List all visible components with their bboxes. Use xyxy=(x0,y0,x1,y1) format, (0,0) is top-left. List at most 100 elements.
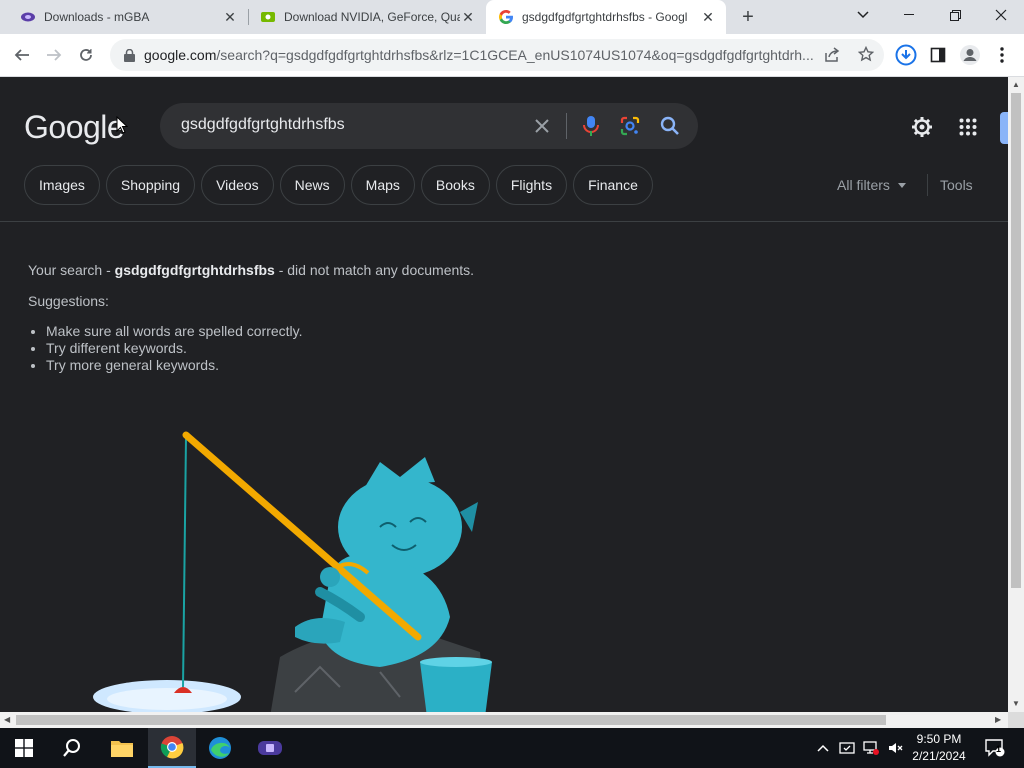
caret-down-icon xyxy=(897,182,906,188)
security-icon[interactable] xyxy=(838,739,856,757)
tab-title: gsdgdfgdfgrtghtdrhsfbs - Googl xyxy=(522,10,688,24)
windows-logo-icon xyxy=(15,739,33,757)
file-explorer-button[interactable] xyxy=(98,728,146,768)
chrome-menu-icon[interactable] xyxy=(988,41,1016,69)
url-path: /search?q=gsdgdfgdfgrtghtdrhsfbs&rlz=1C1… xyxy=(216,47,814,63)
close-tab-icon[interactable]: ✕ xyxy=(460,9,476,25)
new-tab-button[interactable]: + xyxy=(736,5,760,29)
chip-books[interactable]: Books xyxy=(420,165,490,205)
side-panel-icon[interactable] xyxy=(924,41,952,69)
scroll-down-arrow[interactable]: ▼ xyxy=(1012,699,1020,708)
settings-gear-icon[interactable] xyxy=(910,115,934,139)
mgba-taskbar-button[interactable] xyxy=(246,728,294,768)
suggestion-item: Make sure all words are spelled correctl… xyxy=(46,323,303,340)
chip-videos[interactable]: Videos xyxy=(201,165,274,205)
no-results-query: gsdgdfgdfgrtghtdrhsfbs xyxy=(114,262,275,278)
microphone-icon[interactable] xyxy=(579,114,603,138)
tab-google-search[interactable]: gsdgdfgdfgrtghtdrhsfbs - Googl ✕ xyxy=(486,0,726,34)
restore-button[interactable] xyxy=(932,0,978,30)
tab-title: Download NVIDIA, GeForce, Qua xyxy=(284,10,460,24)
tab-search-button[interactable] xyxy=(840,0,886,30)
clear-icon[interactable] xyxy=(530,114,554,138)
vertical-scroll-thumb[interactable] xyxy=(1011,93,1021,588)
bookmark-star-icon[interactable] xyxy=(857,45,875,67)
tools-button[interactable]: Tools xyxy=(940,177,973,193)
tab-title: Downloads - mGBA xyxy=(44,10,150,24)
google-logo[interactable]: Google xyxy=(24,109,125,146)
tab-downloads-mgba[interactable]: Downloads - mGBA ✕ xyxy=(0,0,248,34)
minimize-button[interactable] xyxy=(886,0,932,30)
edge-icon xyxy=(209,737,231,759)
mouse-cursor-icon xyxy=(116,116,128,134)
tab-nvidia-download[interactable]: Download NVIDIA, GeForce, Qua ✕ xyxy=(248,0,486,34)
search-icon[interactable] xyxy=(658,114,682,138)
chrome-taskbar-button[interactable] xyxy=(148,728,196,768)
horizontal-scrollbar[interactable]: ◀ ▶ xyxy=(0,712,1008,728)
clock-date: 2/21/2024 xyxy=(912,749,966,763)
chip-finance[interactable]: Finance xyxy=(573,165,653,205)
scrollbar-corner xyxy=(1008,712,1024,728)
folder-icon xyxy=(111,741,133,757)
horizontal-scroll-thumb[interactable] xyxy=(16,715,886,725)
fishing-line xyxy=(182,436,187,688)
suggestion-item: Try more general keywords. xyxy=(46,357,303,374)
share-icon[interactable] xyxy=(824,47,840,68)
chip-shopping[interactable]: Shopping xyxy=(105,165,196,205)
search-box[interactable]: gsdgdfgdfgrtghtdrhsfbs xyxy=(160,103,698,149)
download-icon[interactable] xyxy=(892,41,920,69)
scroll-right-arrow[interactable]: ▶ xyxy=(995,715,1001,724)
close-tab-icon[interactable]: ✕ xyxy=(222,9,238,25)
tab-strip: Downloads - mGBA ✕ Download NVIDIA, GeFo… xyxy=(0,0,1024,34)
back-button[interactable] xyxy=(8,41,36,69)
google-icon xyxy=(498,9,514,25)
chevron-up-icon[interactable] xyxy=(814,739,832,757)
system-clock[interactable]: 9:50 PM 2/21/2024 xyxy=(905,731,973,765)
chip-news[interactable]: News xyxy=(279,165,345,205)
network-icon[interactable] xyxy=(862,739,880,757)
search-taskbar-button[interactable] xyxy=(48,728,96,768)
vertical-scrollbar[interactable]: ▲ ▼ xyxy=(1008,77,1024,712)
all-filters-label: All filters xyxy=(837,177,890,193)
no-results-suffix: - did not match any documents. xyxy=(274,262,475,278)
url-text[interactable]: google.com/search?q=gsdgdfgdfgrtghtdrhsf… xyxy=(144,47,816,63)
start-button[interactable] xyxy=(0,728,48,768)
chrome-icon xyxy=(160,736,184,759)
chip-maps[interactable]: Maps xyxy=(350,165,415,205)
bucket xyxy=(420,662,492,712)
url-host: google.com xyxy=(144,47,217,63)
windows-taskbar: 9:50 PM 2/21/2024 1 xyxy=(0,728,1024,768)
nvidia-icon xyxy=(260,9,276,25)
volume-muted-icon[interactable] xyxy=(886,739,904,757)
fishing-monster-illustration xyxy=(93,431,492,712)
scroll-left-arrow[interactable]: ◀ xyxy=(4,715,10,724)
lock-icon[interactable] xyxy=(122,48,136,62)
edge-taskbar-button[interactable] xyxy=(196,728,244,768)
notification-count: 1 xyxy=(996,744,1002,754)
suggestions-list: Make sure all words are spelled correctl… xyxy=(46,323,303,374)
notification-center-icon[interactable]: 1 xyxy=(984,738,1006,758)
close-tab-icon[interactable]: ✕ xyxy=(700,9,716,25)
sign-in-button[interactable] xyxy=(1000,112,1008,144)
all-filters-button[interactable]: All filters xyxy=(837,177,906,193)
reload-button[interactable] xyxy=(72,41,100,69)
close-window-button[interactable] xyxy=(978,0,1024,30)
mgba-icon xyxy=(258,741,282,755)
address-bar[interactable]: google.com/search?q=gsdgdfgdfgrtghtdrhsf… xyxy=(110,39,884,71)
clock-time: 9:50 PM xyxy=(916,732,962,746)
forward-button[interactable] xyxy=(40,41,68,69)
chip-images[interactable]: Images xyxy=(24,165,100,205)
scroll-up-arrow[interactable]: ▲ xyxy=(1012,80,1020,89)
search-input[interactable]: gsdgdfgdfgrtghtdrhsfbs xyxy=(181,116,345,134)
google-lens-icon[interactable] xyxy=(618,114,642,138)
suggestions-title: Suggestions: xyxy=(28,293,109,309)
browser-toolbar: google.com/search?q=gsdgdfgdfgrtghtdrhsf… xyxy=(0,34,1024,77)
divider xyxy=(927,174,928,196)
google-results-page: Google gsdgdfgdfgrtghtdrhsfbs Images Sho… xyxy=(0,77,1008,712)
header-divider xyxy=(0,221,1008,222)
chip-flights[interactable]: Flights xyxy=(495,165,568,205)
divider xyxy=(566,113,567,139)
profile-avatar[interactable] xyxy=(956,41,984,69)
suggestion-item: Try different keywords. xyxy=(46,340,303,357)
google-apps-icon[interactable] xyxy=(956,115,980,139)
filter-chips: Images Shopping Videos News Maps Books F… xyxy=(24,165,653,205)
